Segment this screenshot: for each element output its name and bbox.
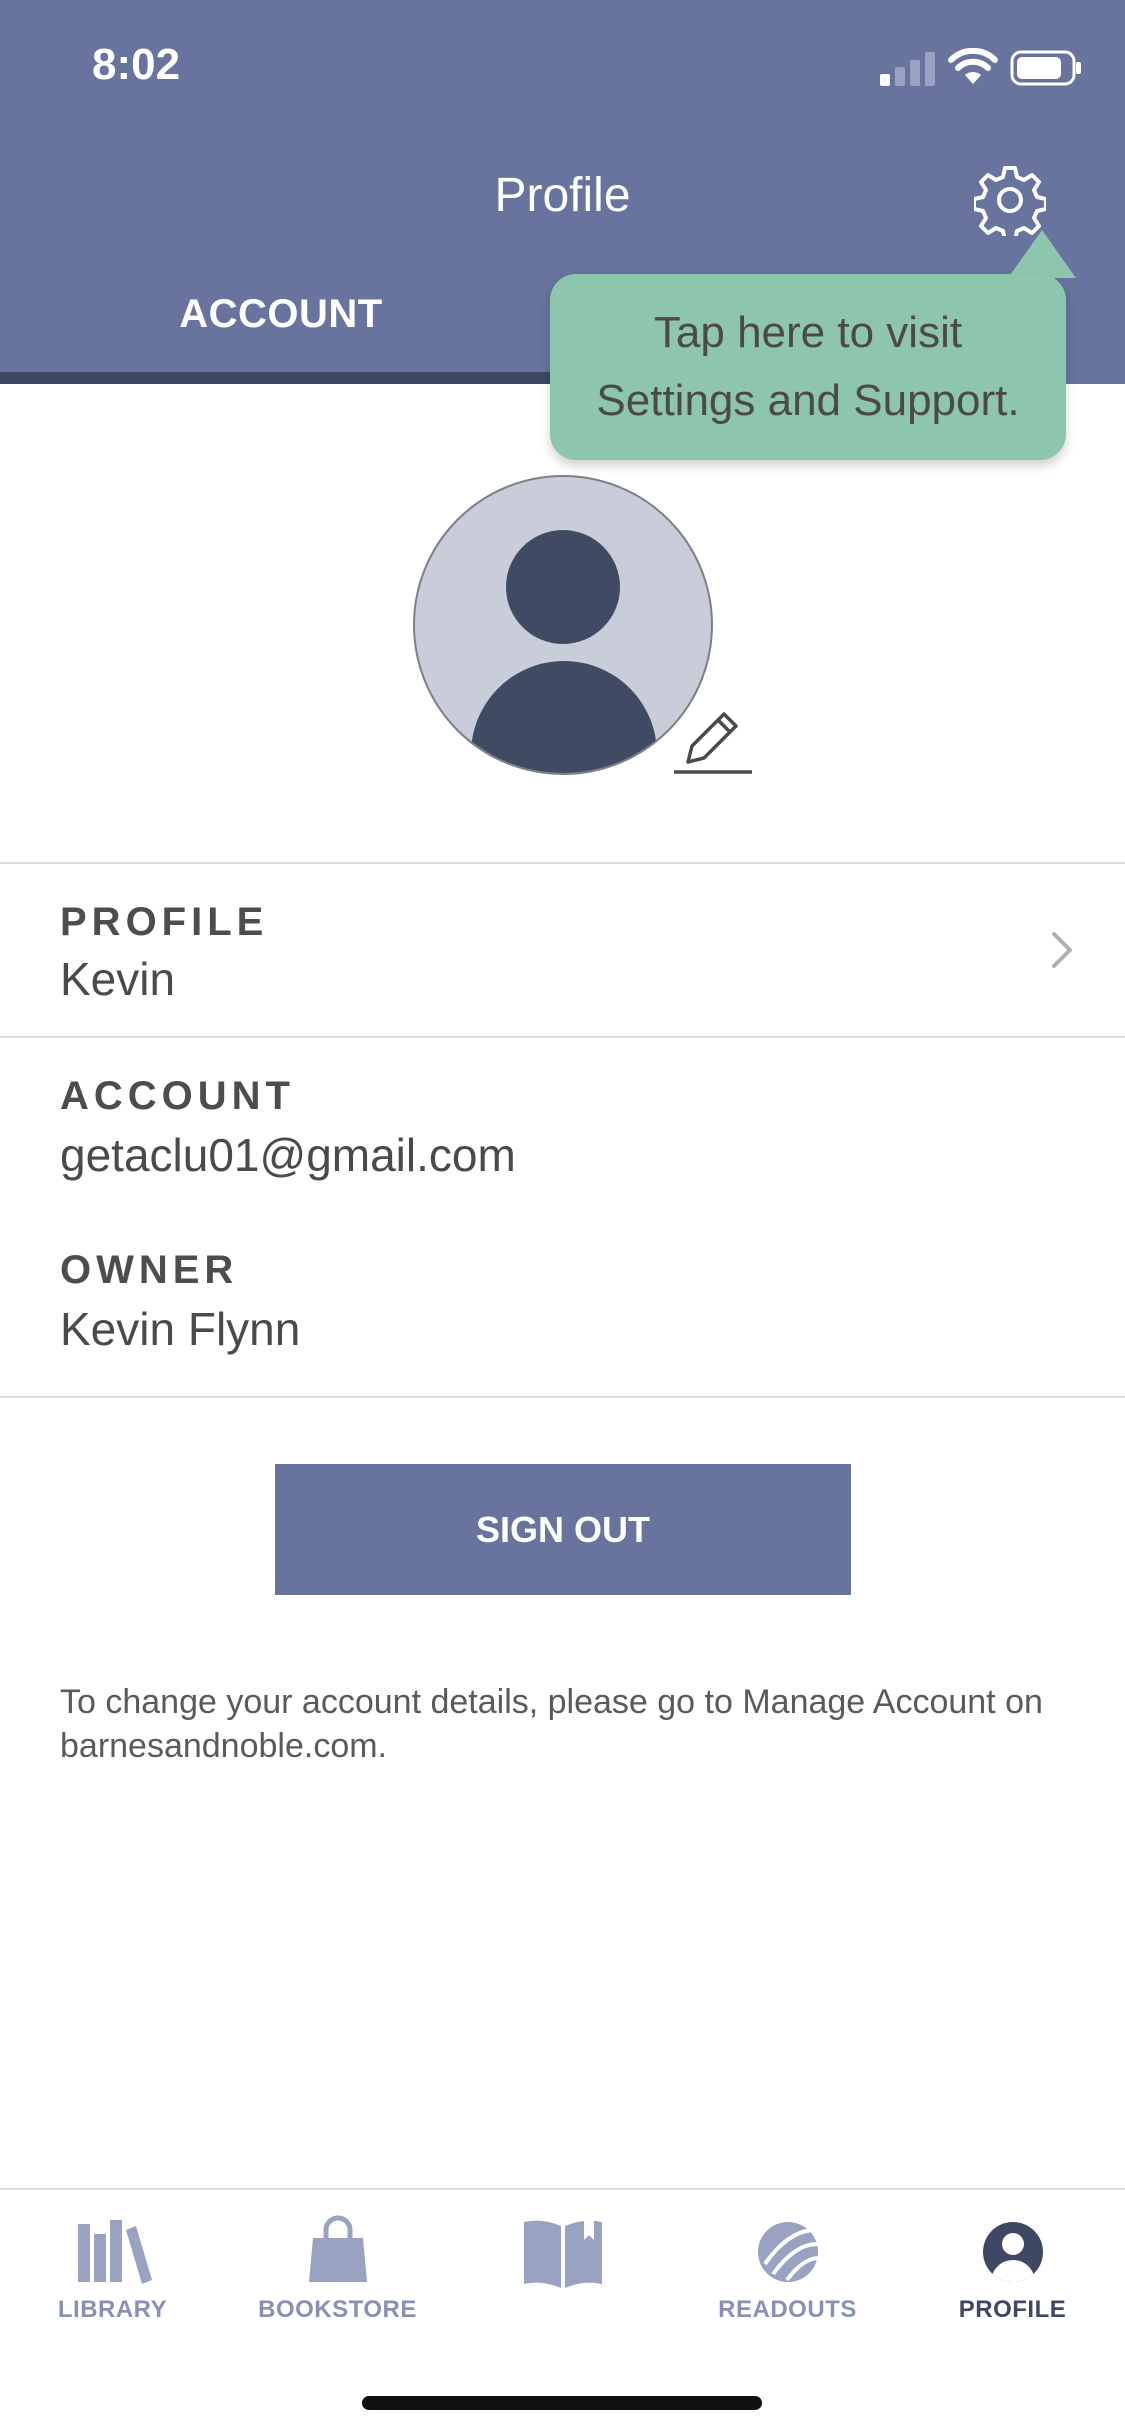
cellular-signal-icon (880, 52, 935, 86)
avatar-body (471, 661, 657, 773)
pencil-edit-icon[interactable] (672, 700, 756, 776)
nav-bookstore[interactable]: BOOKSTORE (225, 2214, 450, 2324)
home-indicator (362, 2396, 762, 2410)
profile-person-icon (982, 2222, 1043, 2282)
nav-readouts-label: READOUTS (718, 2296, 857, 2323)
nav-bookstore-label: BOOKSTORE (258, 2296, 417, 2323)
nav-profile[interactable]: PROFILE (900, 2214, 1125, 2324)
library-books-icon (77, 2220, 152, 2284)
page-title: Profile (494, 169, 631, 222)
divider (0, 1036, 1125, 1038)
battery-icon (1010, 50, 1081, 86)
owner-name: Kevin Flynn (60, 1303, 301, 1355)
account-info-text: To change your account details, please g… (60, 1683, 1043, 1765)
open-book-icon (523, 2220, 602, 2288)
nav-reading[interactable] (450, 2214, 675, 2324)
divider (0, 1396, 1125, 1398)
tab-account[interactable]: ACCOUNT (0, 292, 562, 337)
tooltip-text: Tap here to visit Settings and Support. (596, 308, 1020, 425)
profile-row[interactable] (0, 864, 1125, 1036)
readouts-icon (757, 2222, 819, 2282)
tab-active-indicator (0, 372, 562, 384)
account-label: ACCOUNT (60, 1074, 295, 1118)
tooltip-arrow (1008, 230, 1076, 278)
wifi-icon (948, 48, 998, 84)
owner-label: OWNER (60, 1248, 239, 1292)
nav-library-label: LIBRARY (57, 2296, 168, 2323)
avatar-head (506, 530, 620, 644)
profile-label: PROFILE (60, 900, 269, 944)
shopping-bag-icon (308, 2215, 367, 2282)
profile-value: Kevin (60, 953, 176, 1005)
nav-library[interactable]: LIBRARY (0, 2214, 225, 2324)
chevron-right-icon[interactable] (1050, 930, 1074, 970)
status-time: 8:02 (92, 40, 181, 89)
avatar[interactable] (413, 475, 713, 775)
gear-icon[interactable] (974, 164, 1046, 236)
nav-profile-label: PROFILE (958, 2296, 1067, 2323)
nav-readouts[interactable]: READOUTS (675, 2214, 900, 2324)
settings-tooltip[interactable]: Tap here to visit Settings and Support. (550, 274, 1066, 460)
account-email: getaclu01@gmail.com (60, 1129, 516, 1181)
sign-out-button[interactable]: SIGN OUT (275, 1464, 851, 1595)
